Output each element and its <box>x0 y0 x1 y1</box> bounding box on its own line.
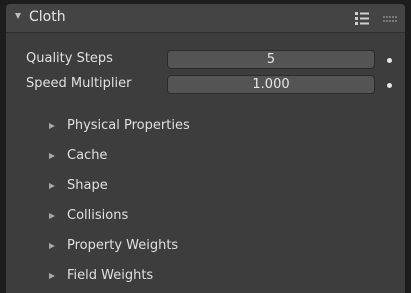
expand-arrow-icon <box>49 213 55 219</box>
quality-steps-label: Quality Steps <box>26 51 113 66</box>
subpanel-field-weights[interactable]: Field Weights <box>36 266 396 288</box>
expand-arrow-icon <box>49 153 55 159</box>
subpanel-label: Field Weights <box>67 268 154 283</box>
expand-arrow-icon <box>49 243 55 249</box>
subpanel-collisions[interactable]: Collisions <box>36 206 396 228</box>
collapse-arrow-icon[interactable] <box>15 13 21 19</box>
cloth-panel: Cloth Quality Steps 5 Speed Multiplier 1… <box>6 4 405 293</box>
quality-steps-field[interactable]: 5 <box>167 50 375 69</box>
expand-arrow-icon <box>49 123 55 129</box>
keyframe-dot-icon[interactable] <box>387 58 392 63</box>
speed-multiplier-label: Speed Multiplier <box>26 76 132 91</box>
subpanel-cache[interactable]: Cache <box>36 146 396 168</box>
subpanel-label: Shape <box>67 178 108 193</box>
subpanel-property-weights[interactable]: Property Weights <box>36 236 396 258</box>
presets-list-icon[interactable] <box>354 10 370 26</box>
subpanel-label: Property Weights <box>67 238 179 253</box>
expand-arrow-icon <box>49 183 55 189</box>
subpanel-label: Physical Properties <box>67 118 190 133</box>
drag-grip-icon[interactable] <box>383 16 397 22</box>
subpanel-physical-properties[interactable]: Physical Properties <box>36 116 396 138</box>
panel-title: Cloth <box>29 9 66 25</box>
expand-arrow-icon <box>49 273 55 279</box>
subpanel-shape[interactable]: Shape <box>36 176 396 198</box>
keyframe-dot-icon[interactable] <box>387 83 392 88</box>
cloth-panel-header[interactable]: Cloth <box>6 4 405 33</box>
subpanel-label: Cache <box>67 148 108 163</box>
speed-multiplier-field[interactable]: 1.000 <box>167 75 375 94</box>
subpanel-label: Collisions <box>67 208 129 223</box>
